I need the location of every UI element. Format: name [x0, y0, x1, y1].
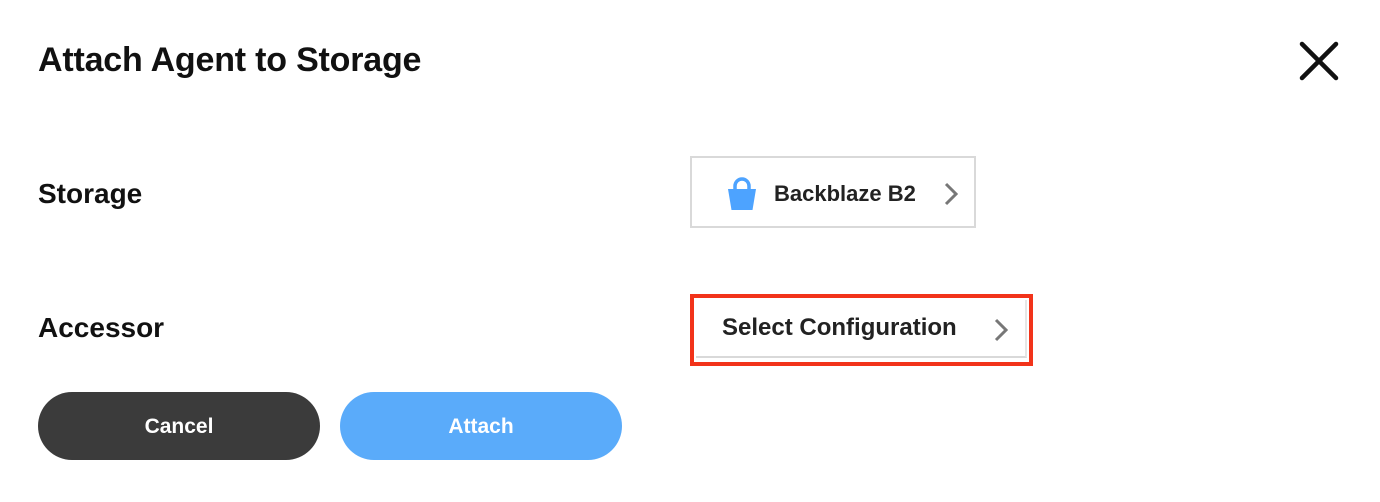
close-icon: [1299, 41, 1339, 81]
select-configuration-button[interactable]: Select Configuration: [696, 300, 1027, 358]
storage-label: Storage: [38, 178, 143, 209]
attach-button[interactable]: Attach: [340, 392, 622, 460]
chevron-right-icon: [994, 318, 1008, 342]
close-button[interactable]: [1296, 38, 1342, 84]
dialog-title: Attach Agent to Storage: [38, 41, 422, 79]
bucket-icon: [728, 177, 756, 210]
storage-selector[interactable]: Backblaze B2: [690, 156, 976, 228]
select-configuration-label: Select Configuration: [722, 314, 957, 341]
chevron-right-icon: [944, 182, 958, 206]
accessor-label: Accessor: [38, 312, 165, 343]
storage-value: Backblaze B2: [774, 181, 916, 206]
cancel-button[interactable]: Cancel: [38, 392, 320, 460]
